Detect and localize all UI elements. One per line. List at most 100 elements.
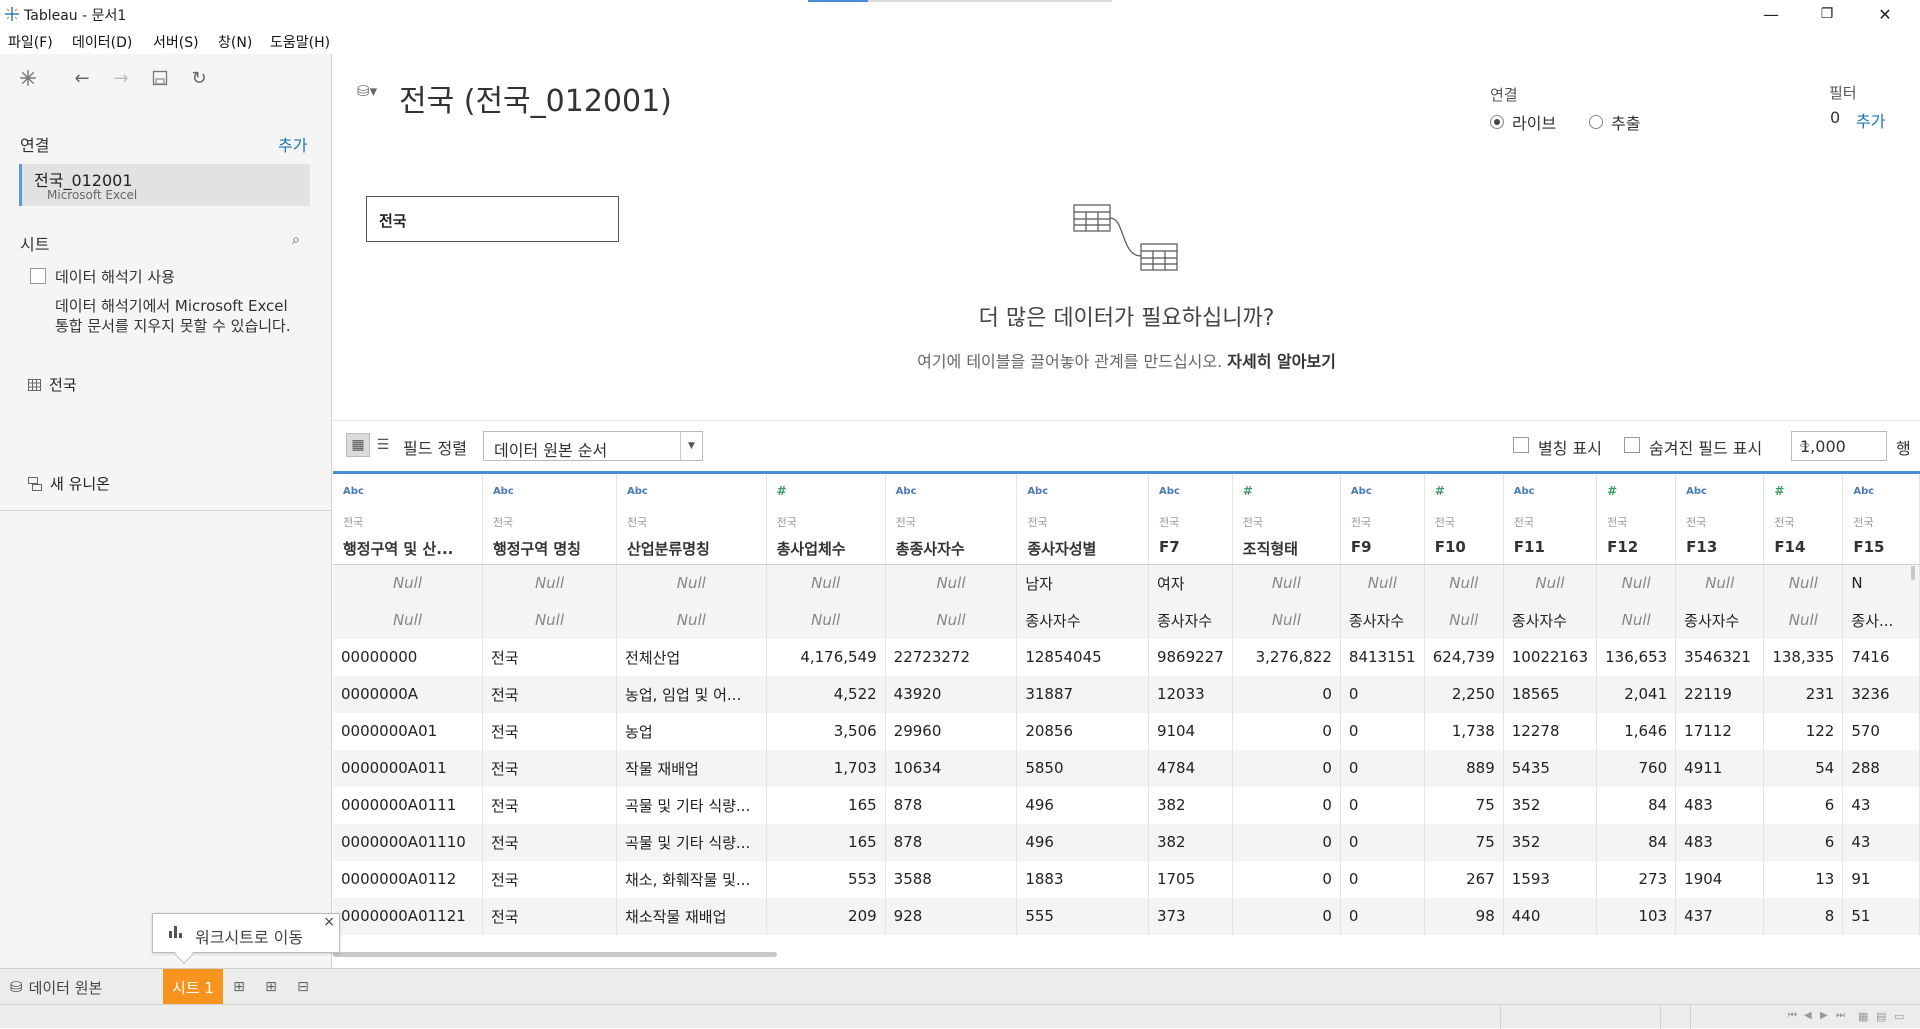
back-arrow-icon[interactable]: ← [70, 66, 94, 90]
table-cell[interactable]: 760 [1596, 749, 1677, 787]
table-cell[interactable]: 17112 [1675, 712, 1765, 750]
table-cell[interactable]: 0 [1340, 823, 1425, 861]
interpreter-checkbox[interactable] [30, 268, 46, 284]
learn-more-link[interactable]: 자세히 알아보기 [1227, 352, 1336, 371]
table-cell[interactable]: Null [616, 601, 767, 639]
table-cell[interactable]: 12278 [1503, 712, 1598, 750]
column-name[interactable]: F15 [1853, 538, 1913, 556]
show-sheet-sorter-icon[interactable]: ▤ [1876, 1010, 1886, 1023]
table-cell[interactable]: 0000000A01121 [333, 897, 483, 935]
go-to-worksheet-tooltip[interactable]: 워크시트로 이동 × [152, 913, 340, 964]
table-cell[interactable]: 00000000 [333, 638, 483, 676]
column-name[interactable]: F13 [1686, 538, 1757, 556]
table-cell[interactable]: 농업 [616, 712, 767, 750]
table-cell[interactable]: 종사자수 [1503, 601, 1598, 639]
table-cell[interactable]: Null [333, 564, 483, 602]
menu-server[interactable]: 서버(S) [153, 32, 199, 52]
string-type-icon[interactable]: Abc [493, 486, 514, 497]
table-cell[interactable]: 0 [1340, 897, 1425, 935]
tab-data-source[interactable]: ⛁ 데이터 원본 [0, 969, 162, 1005]
table-cell[interactable]: 0 [1340, 786, 1425, 824]
show-aliases-checkbox[interactable] [1513, 437, 1529, 453]
table-cell[interactable]: 209 [766, 897, 886, 935]
table-cell[interactable]: 483 [1675, 823, 1765, 861]
datasource-title[interactable]: 전국 (전국_012001) [399, 76, 672, 120]
table-cell[interactable]: Null [1596, 564, 1677, 602]
table-cell[interactable]: 곡물 및 기타 식량... [616, 786, 767, 824]
row-count-input[interactable]: 1,000 ⇨ [1791, 431, 1887, 461]
table-cell[interactable]: 437 [1675, 897, 1765, 935]
table-cell[interactable]: 0 [1340, 712, 1425, 750]
table-cell[interactable]: 0 [1232, 823, 1341, 861]
table-cell[interactable]: 570 [1842, 712, 1920, 750]
table-cell[interactable]: 1,646 [1596, 712, 1677, 750]
table-cell[interactable]: 0 [1232, 749, 1341, 787]
table-cell[interactable]: 6 [1763, 786, 1844, 824]
table-cell[interactable]: 624,739 [1424, 638, 1504, 676]
live-radio[interactable]: 라이브 [1490, 110, 1556, 134]
table-cell[interactable]: 10022163 [1503, 638, 1598, 676]
last-sheet-icon[interactable]: ⏭ [1836, 1010, 1845, 1021]
sheet-search-icon[interactable]: ⌕ [292, 232, 300, 248]
column-name[interactable]: 총사업체수 [777, 538, 879, 559]
table-cell[interactable]: 54 [1763, 749, 1844, 787]
list-view-icon[interactable]: ☰ [371, 433, 395, 457]
table-cell[interactable]: 0000000A011 [333, 749, 483, 787]
connection-item[interactable]: 전국_012001 Microsoft Excel [19, 164, 310, 206]
table-cell[interactable]: 440 [1503, 897, 1598, 935]
table-cell[interactable]: 555 [1016, 897, 1149, 935]
string-type-icon[interactable]: Abc [343, 486, 364, 497]
table-cell[interactable]: 곡물 및 기타 식량... [616, 823, 767, 861]
table-cell[interactable]: 종사... [1842, 601, 1920, 639]
table-cell[interactable]: 전국 [482, 675, 618, 713]
table-cell[interactable]: 0 [1232, 675, 1341, 713]
table-cell[interactable]: 여자 [1148, 564, 1233, 602]
table-cell[interactable]: 288 [1842, 749, 1920, 787]
table-cell[interactable]: 7416 [1842, 638, 1920, 676]
next-sheet-icon[interactable]: ▶ [1820, 1010, 1828, 1021]
table-cell[interactable]: 43920 [885, 675, 1018, 713]
table-cell[interactable]: 20856 [1016, 712, 1149, 750]
table-cell[interactable]: 0 [1340, 675, 1425, 713]
table-cell[interactable]: 3,506 [766, 712, 886, 750]
table-cell[interactable]: 4,176,549 [766, 638, 886, 676]
table-cell[interactable]: 9104 [1148, 712, 1233, 750]
column-header[interactable]: # 전국 F12 [1596, 471, 1677, 565]
table-cell[interactable]: Null [1675, 564, 1765, 602]
table-cell[interactable]: 43 [1842, 823, 1920, 861]
table-cell[interactable]: 84 [1596, 823, 1677, 861]
table-cell[interactable]: 종사자수 [1675, 601, 1765, 639]
string-type-icon[interactable]: Abc [1514, 486, 1535, 497]
table-cell[interactable]: 122 [1763, 712, 1844, 750]
table-cell[interactable]: 0000000A01 [333, 712, 483, 750]
table-cell[interactable]: 0 [1340, 749, 1425, 787]
table-cell[interactable]: Null [1763, 601, 1844, 639]
table-cell[interactable]: 12033 [1148, 675, 1233, 713]
table-cell[interactable]: 103 [1596, 897, 1677, 935]
table-cell[interactable]: 5850 [1016, 749, 1149, 787]
column-name[interactable]: 총종사자수 [896, 538, 1011, 559]
table-cell[interactable]: 496 [1016, 823, 1149, 861]
first-sheet-icon[interactable]: ⏮ [1788, 1010, 1797, 1021]
table-cell[interactable]: 8413151 [1340, 638, 1425, 676]
table-cell[interactable]: 4911 [1675, 749, 1765, 787]
table-cell[interactable]: 전국 [482, 823, 618, 861]
table-cell[interactable]: Null [1424, 601, 1504, 639]
table-cell[interactable]: 165 [766, 786, 886, 824]
string-type-icon[interactable]: Abc [1686, 486, 1707, 497]
restore-button[interactable]: ❐ [1804, 0, 1850, 28]
table-cell[interactable]: 373 [1148, 897, 1233, 935]
table-cell[interactable]: 전국 [482, 786, 618, 824]
close-icon[interactable]: × [323, 914, 335, 930]
logical-table-jeonguk[interactable]: 전국 [366, 196, 619, 242]
column-header[interactable]: # 전국 F10 [1424, 471, 1504, 565]
table-cell[interactable]: 전국 [482, 897, 618, 935]
table-cell[interactable]: 0 [1232, 897, 1341, 935]
table-cell[interactable]: 남자 [1016, 564, 1149, 602]
table-cell[interactable]: Null [1232, 601, 1341, 639]
table-cell[interactable]: 10634 [885, 749, 1018, 787]
tab-sheet-1[interactable]: 시트 1 [163, 969, 223, 1005]
column-header[interactable]: Abc 전국 총종사자수 [885, 471, 1018, 565]
table-cell[interactable]: 채소작물 재배업 [616, 897, 767, 935]
table-cell[interactable]: 작물 재배업 [616, 749, 767, 787]
